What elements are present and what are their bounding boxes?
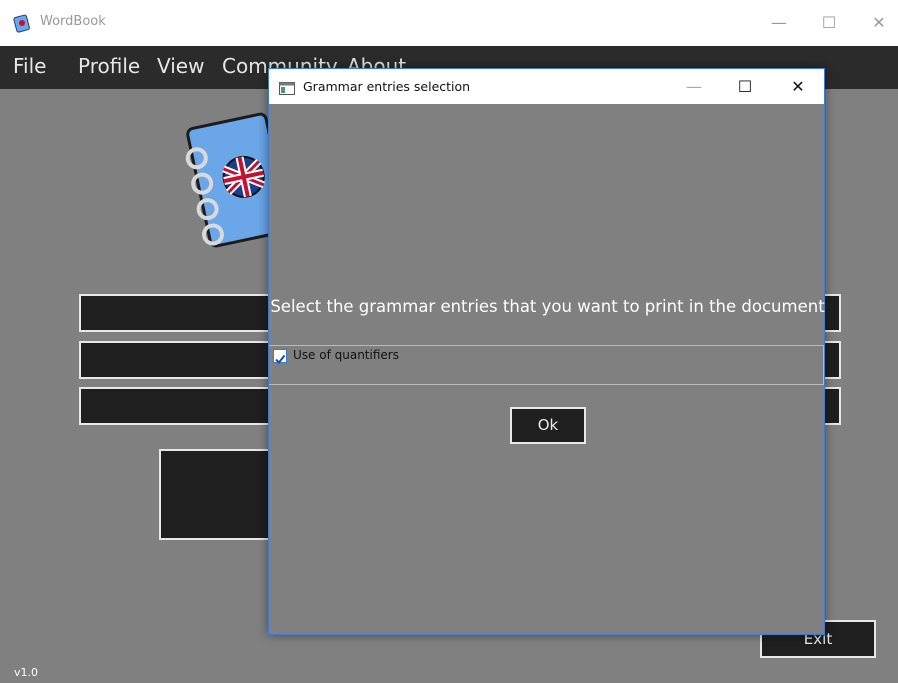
menu-profile[interactable]: Profile	[78, 54, 140, 78]
dialog-heading: Select the grammar entries that you want…	[270, 297, 825, 316]
main-titlebar: WordBook — ☐ ✕	[0, 0, 898, 46]
dialog-minimize-button[interactable]: —	[674, 73, 714, 100]
wordbook-logo	[184, 100, 291, 260]
minimize-button[interactable]: —	[764, 10, 794, 36]
wordbook-app-icon	[12, 13, 32, 33]
checkmark-icon	[275, 354, 286, 365]
close-button[interactable]: ✕	[864, 10, 894, 36]
version-label: v1.0	[14, 666, 39, 679]
maximize-button[interactable]: ☐	[814, 10, 844, 36]
dialog-maximize-button[interactable]: ☐	[725, 73, 765, 100]
grammar-entries-list: Use of quantifiers	[269, 345, 824, 385]
app-title: WordBook	[40, 14, 106, 29]
entry-label: Use of quantifiers	[293, 348, 399, 362]
grammar-entries-dialog: Grammar entries selection — ☐ ✕ Select t…	[268, 68, 825, 635]
dialog-close-button[interactable]: ✕	[778, 73, 818, 100]
dialog-titlebar: Grammar entries selection — ☐ ✕	[269, 69, 824, 104]
ok-button[interactable]: Ok	[510, 407, 586, 444]
entry-checkbox[interactable]	[273, 349, 287, 365]
menu-file[interactable]: File	[13, 54, 46, 78]
dialog-title: Grammar entries selection	[303, 79, 471, 94]
window-icon	[279, 80, 295, 95]
menu-view[interactable]: View	[157, 54, 204, 78]
